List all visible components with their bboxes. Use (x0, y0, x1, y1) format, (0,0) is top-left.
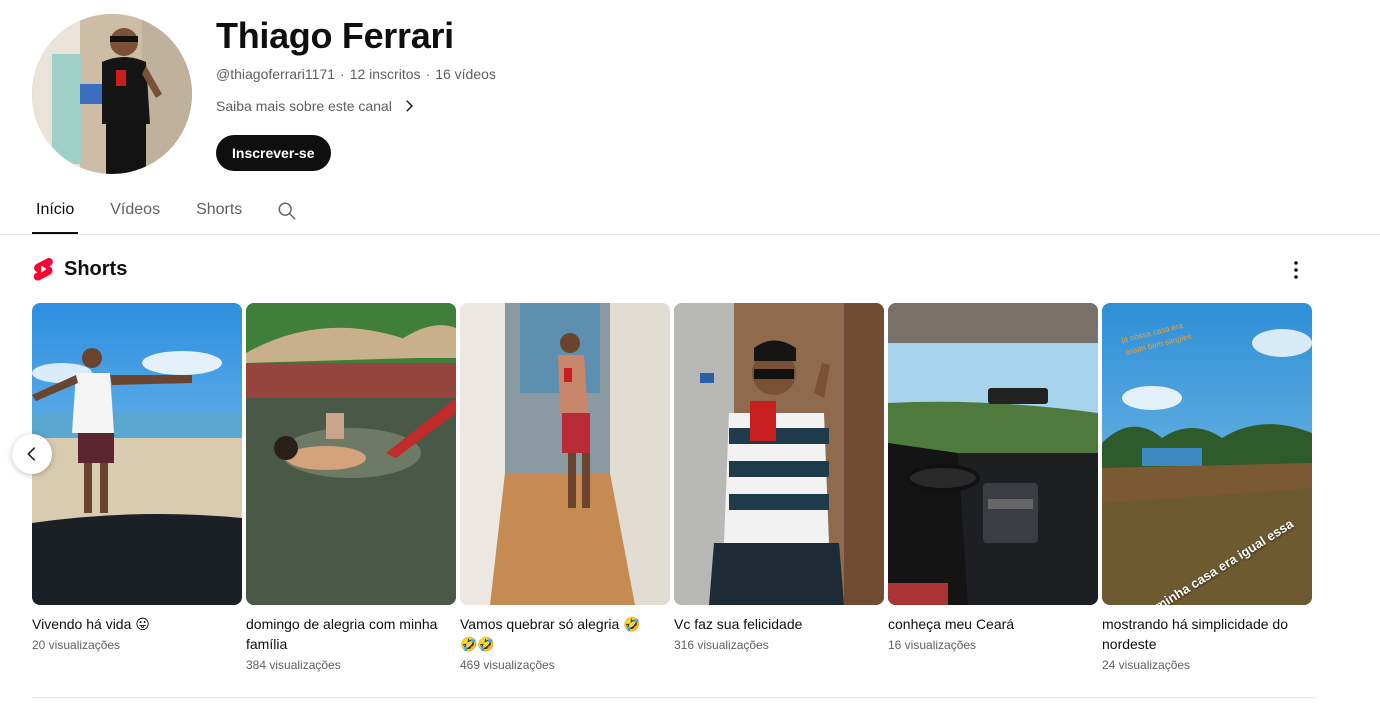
short-thumbnail-image (246, 303, 456, 605)
chevron-right-icon (406, 100, 413, 112)
short-views: 469 visualizações (460, 658, 555, 672)
shorts-logo-icon (33, 257, 53, 281)
short-title[interactable]: Vamos quebrar só alegria 🤣🤣🤣 (460, 614, 670, 654)
short-title[interactable]: Vc faz sua felicidade (674, 614, 884, 634)
short-card[interactable]: conheça meu Ceará 16 visualizações (888, 303, 1098, 654)
subscriber-count: 12 inscritos (349, 66, 421, 82)
short-thumbnail-image (32, 303, 242, 605)
short-views: 24 visualizações (1102, 658, 1191, 672)
tab-shorts[interactable]: Shorts (192, 190, 246, 230)
short-card[interactable]: ta nossa casa era assim bem simples minh… (1102, 303, 1312, 674)
about-channel-label: Saiba mais sobre este canal (216, 98, 392, 114)
meta-separator: · (425, 66, 431, 82)
short-thumbnail[interactable] (460, 303, 670, 605)
short-title[interactable]: mostrando há simplicidade do nordeste (1102, 614, 1312, 654)
search-icon[interactable] (276, 200, 298, 222)
short-thumbnail[interactable]: ta nossa casa era assim bem simples minh… (1102, 303, 1312, 605)
more-vertical-icon (1294, 261, 1298, 279)
short-title[interactable]: domingo de alegria com minha família (246, 614, 456, 654)
short-thumbnail-image (674, 303, 884, 605)
short-views: 20 visualizações (32, 638, 121, 652)
short-card[interactable]: Vamos quebrar só alegria 🤣🤣🤣 469 visuali… (460, 303, 670, 674)
meta-separator: · (340, 66, 345, 82)
short-views: 384 visualizações (246, 658, 341, 672)
shelf-previous-button[interactable] (12, 434, 52, 474)
about-channel-link[interactable]: Saiba mais sobre este canal (216, 96, 418, 116)
short-thumbnail-image (460, 303, 670, 605)
short-thumbnail[interactable] (32, 303, 242, 605)
short-title[interactable]: Vivendo há vida 😛 (32, 614, 242, 634)
short-card[interactable]: Vc faz sua felicidade 316 visualizações (674, 303, 884, 654)
short-thumbnail[interactable] (674, 303, 884, 605)
tab-videos[interactable]: Vídeos (106, 190, 164, 230)
short-thumbnail-image (888, 303, 1098, 605)
short-views: 16 visualizações (888, 638, 977, 652)
section-divider (32, 697, 1316, 698)
channel-page: Thiago Ferrari @thiagoferrari1171 · 12 ins… (0, 0, 1380, 717)
shorts-shelf-header: Shorts (32, 257, 127, 281)
shelf-more-button[interactable] (1284, 258, 1308, 282)
short-thumbnail-image: ta nossa casa era assim bem simples (1102, 303, 1312, 605)
avatar-image (32, 14, 192, 174)
video-count: 16 vídeos (435, 66, 496, 82)
channel-name: Thiago Ferrari (216, 15, 454, 56)
shelf-title: Shorts (64, 257, 128, 280)
tabs-divider (0, 234, 1380, 235)
channel-tabs: Início Vídeos Shorts (32, 190, 298, 234)
short-card[interactable]: domingo de alegria com minha família 384… (246, 303, 456, 674)
short-thumbnail[interactable] (888, 303, 1098, 605)
chevron-left-icon (27, 447, 36, 461)
short-views: 316 visualizações (674, 638, 769, 652)
channel-avatar[interactable] (32, 14, 192, 174)
channel-meta: @thiagoferrari1171 · 12 inscritos · 16 vídeo… (216, 65, 496, 83)
short-title[interactable]: conheça meu Ceará (888, 614, 1098, 634)
channel-handle: @thiagoferrari1171 (216, 66, 336, 82)
tab-home[interactable]: Início (32, 190, 79, 234)
short-card[interactable]: Vivendo há vida 😛 20 visualizações (32, 303, 242, 654)
short-thumbnail[interactable] (246, 303, 456, 605)
subscribe-button[interactable]: Inscrever-se (216, 135, 331, 171)
